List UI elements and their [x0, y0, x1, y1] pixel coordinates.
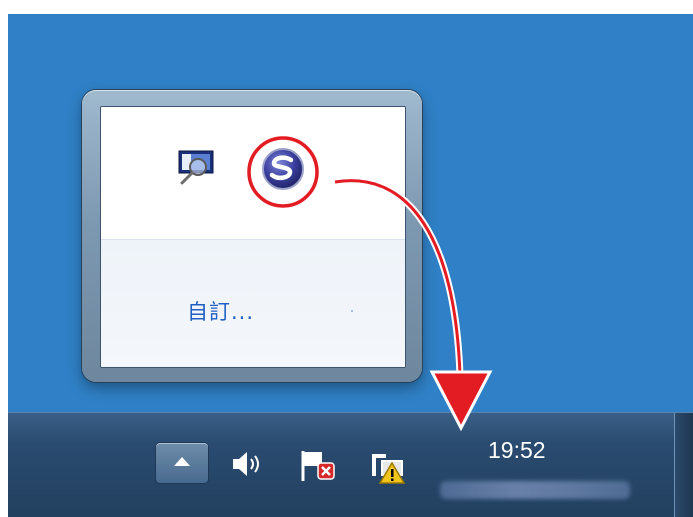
chevron-up-icon	[174, 457, 190, 466]
taskbar: 19:52	[8, 412, 693, 517]
volume-icon[interactable]	[230, 449, 264, 479]
network-warning-icon[interactable]	[368, 449, 410, 485]
popup-footer: 自訂...	[101, 239, 405, 367]
clock-date-blurred[interactable]	[440, 481, 630, 499]
show-desktop-button[interactable]	[674, 413, 693, 517]
footer-dot	[351, 310, 353, 312]
scansnap-manager-icon[interactable]	[261, 147, 305, 191]
popup-content: 自訂...	[100, 106, 406, 368]
notification-overflow-popup: 自訂...	[82, 90, 422, 382]
hidden-icons-area	[101, 107, 405, 239]
action-center-flag-icon[interactable]	[298, 449, 338, 483]
magnifier-screen-icon[interactable]	[177, 149, 215, 185]
clock-time[interactable]: 19:52	[488, 437, 546, 464]
customize-link[interactable]: 自訂...	[187, 296, 254, 326]
show-hidden-icons-button[interactable]	[156, 443, 208, 483]
